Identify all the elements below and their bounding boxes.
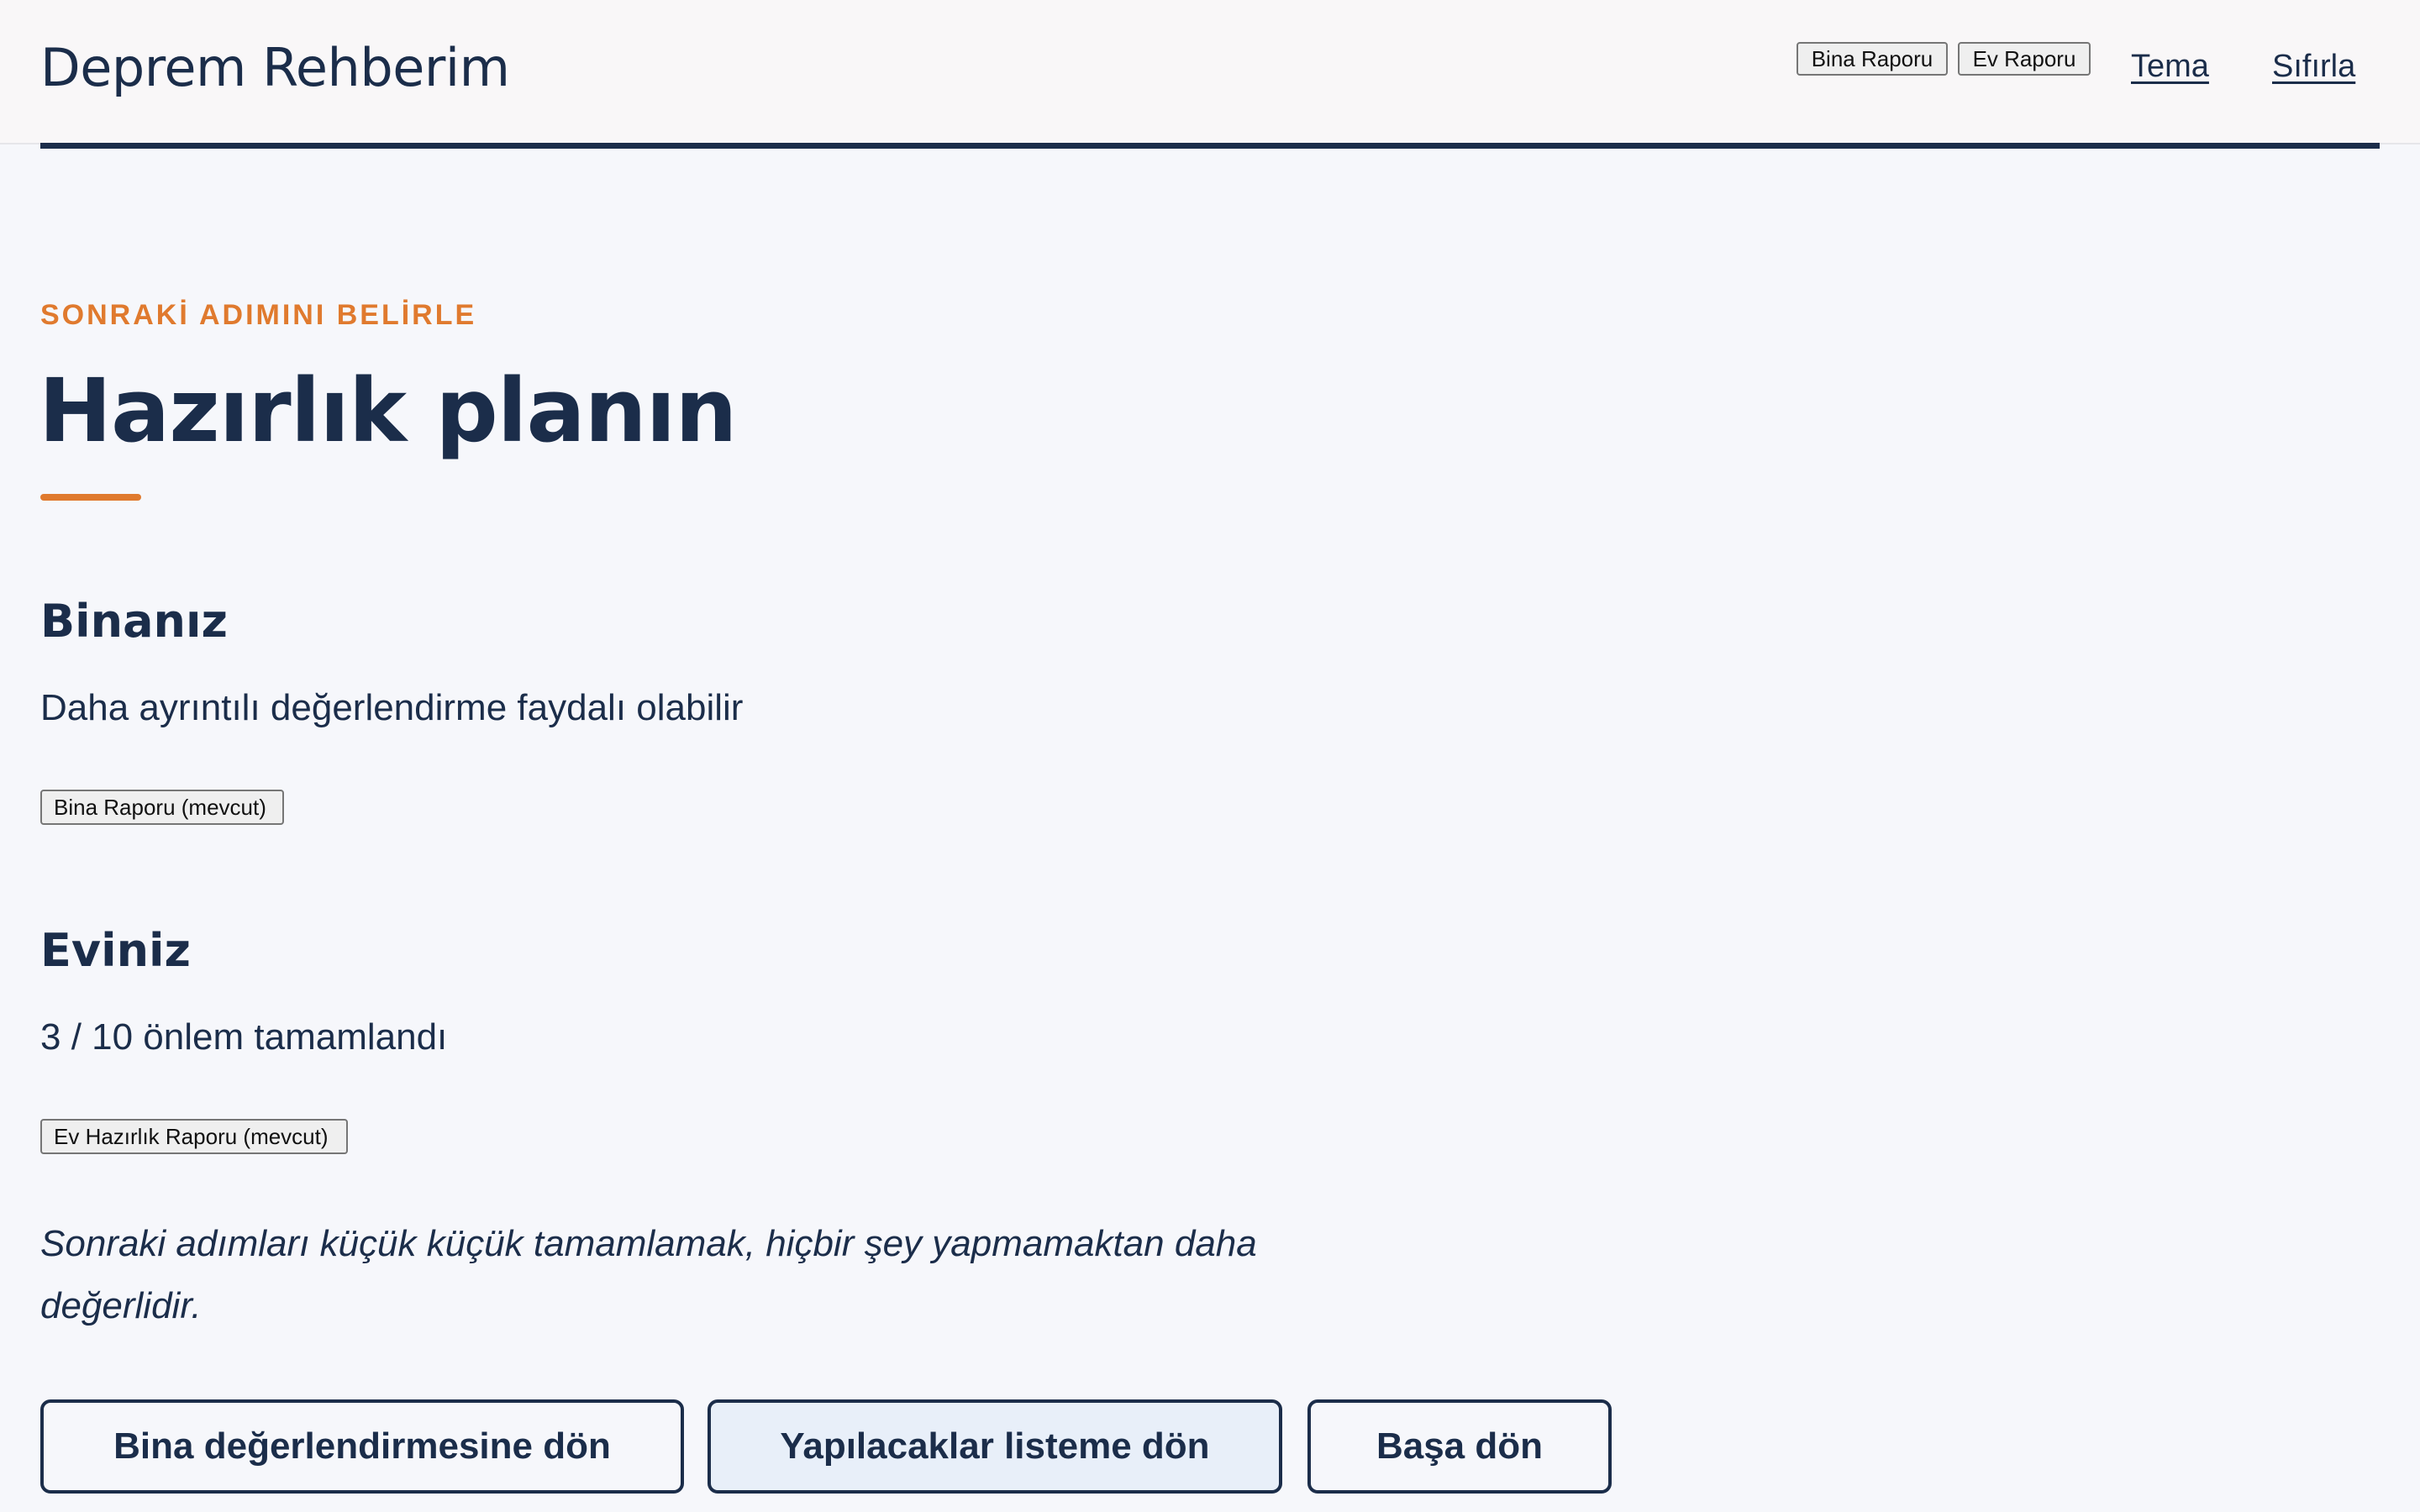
home-section-title: Eviniz	[40, 924, 191, 977]
home-report-button[interactable]: Ev Hazırlık Raporu (mevcut)	[40, 1119, 348, 1154]
encouragement-note: Sonraki adımları küçük küçük tamamlamak,…	[40, 1223, 1257, 1326]
theme-link[interactable]: Tema	[2131, 49, 2209, 85]
brand-title: Deprem Rehberim	[40, 37, 510, 98]
back-to-list-button[interactable]: Yapılacaklar listeme dön	[708, 1399, 1282, 1494]
top-bar: Deprem Rehberim Bina Raporu Ev Raporu Te…	[0, 0, 2420, 144]
reset-link[interactable]: Sıfırla	[2272, 49, 2355, 85]
building-section-title: Binanız	[40, 595, 228, 648]
eyebrow-label: SONRAKİ ADIMINI BELİRLE	[40, 299, 477, 331]
title-accent-bar	[40, 494, 141, 501]
back-to-start-button[interactable]: Başa dön	[1307, 1399, 1612, 1494]
building-report-button[interactable]: Bina Raporu (mevcut)	[40, 790, 284, 825]
back-to-building-button[interactable]: Bina değerlendirmesine dön	[40, 1399, 684, 1494]
building-section-text: Daha ayrıntılı değerlendirme faydalı ola…	[40, 687, 744, 728]
page-title: Hazırlık planın	[39, 360, 737, 462]
bina-report-button[interactable]: Bina Raporu	[1797, 42, 1948, 76]
ev-report-button[interactable]: Ev Raporu	[1958, 42, 2091, 76]
home-section-text: 3 / 10 önlem tamamlandı	[40, 1016, 448, 1058]
header-divider	[40, 143, 2380, 149]
